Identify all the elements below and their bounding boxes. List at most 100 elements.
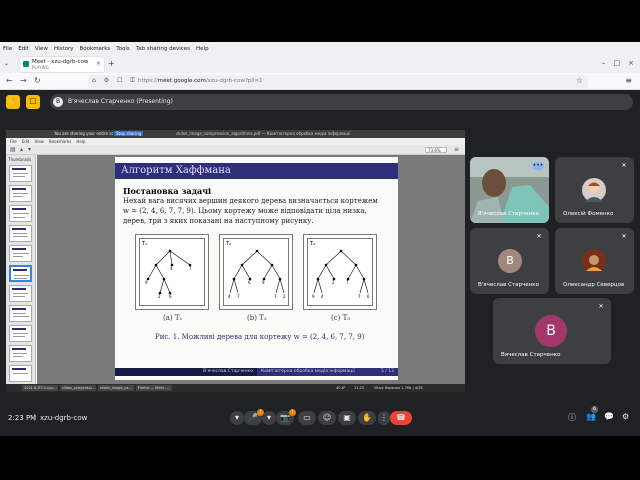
- pdf-content-area[interactable]: Алгоритм Хаффмана Постановка задачі Неха…: [37, 155, 465, 384]
- participant-name: В'ячеслав Старченко: [478, 211, 539, 217]
- taskbar-item[interactable]: Firefox — Meet -...: [136, 385, 172, 391]
- participant-tile[interactable]: ✕ Олексій Фоменко: [555, 157, 634, 223]
- menu-tools[interactable]: Tools: [116, 46, 130, 52]
- menu-history[interactable]: History: [54, 46, 74, 52]
- present-button[interactable]: ▣: [338, 411, 356, 425]
- meeting-info-icon[interactable]: ⓘ: [568, 412, 576, 423]
- sidebar-toggle-icon[interactable]: ▤: [10, 146, 16, 153]
- participant-name: Олександр Северцов: [563, 282, 625, 288]
- tab-list-icon[interactable]: ⌄: [4, 60, 9, 67]
- thumbnail[interactable]: [9, 225, 32, 242]
- back-icon[interactable]: ←: [6, 76, 13, 85]
- screen: File Edit View History Bookmarks Tools T…: [0, 0, 640, 480]
- leave-call-button[interactable]: ☎: [390, 411, 412, 425]
- thumbnail[interactable]: [9, 245, 32, 262]
- presenter-avatar: В: [53, 97, 63, 107]
- maximize-icon[interactable]: □: [614, 59, 621, 67]
- participant-tile[interactable]: ✕ Олександр Северцов: [555, 228, 634, 294]
- thumbnail[interactable]: [9, 345, 32, 362]
- svg-text:6: 6: [367, 294, 370, 299]
- menu-view[interactable]: View: [35, 46, 48, 52]
- thumbnail-active[interactable]: [9, 265, 32, 282]
- bookmark-star-icon[interactable]: ☆: [576, 76, 583, 85]
- new-tab-button[interactable]: +: [108, 59, 115, 68]
- slide-page: Алгоритм Хаффмана Постановка задачі Неха…: [115, 157, 398, 380]
- menu-help[interactable]: Help: [196, 46, 209, 52]
- raise-hand-icon[interactable]: ✋: [6, 95, 20, 109]
- pdf-menu-file[interactable]: File: [10, 139, 17, 144]
- pdf-menu-help[interactable]: Help: [76, 139, 85, 144]
- thumbnail[interactable]: [9, 205, 32, 222]
- tree-diagram: 4 7 9 2 6: [145, 249, 192, 299]
- thumbnail[interactable]: [9, 165, 32, 182]
- thumbnail[interactable]: [9, 305, 32, 322]
- meet-header: ✋ ☐ В В'ячеслав Старченко (Presenting): [0, 90, 640, 114]
- participant-name: В'ячеслав Старченко: [478, 282, 539, 288]
- taskbar-item[interactable]: 2021 Б-ПЗ 4 кур...: [22, 385, 58, 391]
- reload-icon[interactable]: ↻: [34, 76, 41, 85]
- activities-icon[interactable]: ⚙: [622, 412, 629, 421]
- participant-name: Вячеслав Старченко: [501, 352, 561, 358]
- menu-tab-sharing[interactable]: Tab sharing devices: [136, 46, 190, 52]
- page-down-icon[interactable]: ▾: [28, 146, 31, 153]
- pdf-menu-bookmarks[interactable]: Bookmarks: [49, 139, 71, 144]
- menu-file[interactable]: File: [3, 46, 12, 52]
- mic-button[interactable]: 🎤!: [244, 409, 264, 425]
- taskbar-status: 40.8°: [336, 386, 346, 390]
- participant-tile[interactable]: ••• В'ячеслав Старченко: [470, 157, 549, 223]
- svg-text:4: 4: [321, 294, 324, 299]
- slide-title: Алгоритм Хаффмана: [121, 165, 231, 176]
- thumbnail[interactable]: [9, 325, 32, 342]
- more-options-icon[interactable]: •••: [532, 162, 544, 170]
- forward-icon[interactable]: →: [20, 76, 27, 85]
- pdf-menu-edit[interactable]: Edit: [22, 139, 30, 144]
- audio-settings-chevron-icon[interactable]: ▾: [230, 411, 244, 425]
- raise-hand-button[interactable]: ✋: [358, 411, 376, 425]
- meeting-time: 2:23 PM: [8, 414, 37, 422]
- layout-icon[interactable]: ☐: [26, 95, 40, 109]
- tree-diagram: 6 9 4 7 7 2: [228, 249, 286, 299]
- hamburger-menu-icon[interactable]: ≡: [625, 76, 632, 85]
- more-options-button[interactable]: ⋮: [378, 411, 390, 425]
- chat-icon[interactable]: 💬: [604, 412, 614, 421]
- captions-button[interactable]: ▭: [298, 411, 316, 425]
- svg-text:2: 2: [283, 294, 286, 299]
- pdf-menubar: File Edit View Bookmarks Help: [6, 138, 465, 145]
- thumbnail[interactable]: [9, 365, 32, 382]
- tab-close-icon[interactable]: ×: [96, 60, 101, 67]
- svg-text:6: 6: [169, 294, 172, 299]
- footer-page: 5 / 13: [381, 369, 394, 374]
- people-icon[interactable]: 👥: [586, 412, 596, 421]
- participant-tile[interactable]: В ✕ Вячеслав Старченко: [493, 298, 611, 364]
- tree-figure-t2: T₂ 6947 7 2: [219, 234, 293, 310]
- stop-sharing-button[interactable]: Stop sharing: [114, 131, 144, 136]
- pdf-menu-icon[interactable]: ≡: [454, 146, 459, 153]
- thumbnail[interactable]: [9, 185, 32, 202]
- menu-edit[interactable]: Edit: [18, 46, 29, 52]
- minimize-icon[interactable]: –: [602, 59, 606, 67]
- participant-tile[interactable]: В ✕ В'ячеслав Старченко: [470, 228, 549, 294]
- footer-course-text: Компʼютерна обробка медіа інформації: [261, 369, 355, 374]
- nav-bar: ← → ↻ ⌂ ⚙ ☐ ⚿ https://meet.google.com/xz…: [0, 73, 640, 90]
- close-window-icon[interactable]: ×: [628, 59, 634, 67]
- url-bar[interactable]: ⌂ ⚙ ☐ ⚿ https://meet.google.com/xzu-dgrb…: [88, 75, 588, 88]
- menu-bookmarks[interactable]: Bookmarks: [80, 46, 111, 52]
- svg-text:7: 7: [358, 294, 361, 299]
- page-up-icon[interactable]: ▴: [20, 146, 23, 153]
- presenter-label: В'ячеслав Старченко (Presenting): [68, 98, 173, 105]
- url-site-icons: ⌂ ⚙ ☐ ⚿: [92, 77, 138, 84]
- thumbnail[interactable]: [9, 285, 32, 302]
- zoom-select[interactable]: 73.6%: [425, 147, 447, 153]
- camera-button[interactable]: 📷!: [276, 409, 296, 425]
- emoji-button[interactable]: ☺: [318, 411, 336, 425]
- video-settings-chevron-icon[interactable]: ▾: [262, 411, 276, 425]
- slide-footer: В'ячеслав Старченко Компʼютерна обробка …: [115, 368, 398, 376]
- taskbar-item[interactable]: slides_image_co...: [98, 385, 134, 391]
- pdf-menu-view[interactable]: View: [34, 139, 44, 144]
- slide-text-line: дерев, три з яких показані на наступному…: [123, 217, 314, 225]
- taskbar-item[interactable]: slides_compressi...: [60, 385, 96, 391]
- footer-author: В'ячеслав Старченко: [115, 368, 257, 376]
- thumbnails-header: Thumbnails: [8, 157, 32, 162]
- tab-meet[interactable]: Meet - xzu-dgrb-cow PLAYING ×: [20, 57, 104, 72]
- svg-text:4: 4: [228, 294, 231, 299]
